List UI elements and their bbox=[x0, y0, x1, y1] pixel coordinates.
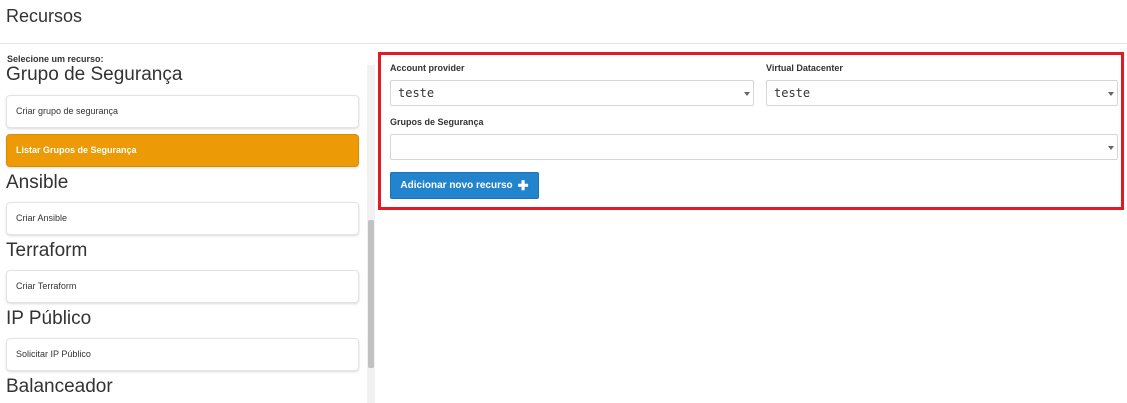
group-title-terraform: Terraform bbox=[6, 240, 88, 261]
sidebar-scrollbar-thumb[interactable] bbox=[368, 220, 374, 368]
request-public-ip-item[interactable]: Solicitar IP Público bbox=[6, 338, 359, 371]
virtual-datacenter-label: Virtual Datacenter bbox=[766, 63, 843, 73]
chevron-down-icon bbox=[1108, 92, 1114, 96]
group-title-ansible: Ansible bbox=[6, 172, 69, 193]
security-groups-select[interactable] bbox=[390, 134, 1118, 160]
resource-sidebar: Selecione um recurso: Grupo de Segurança… bbox=[0, 44, 378, 403]
account-provider-select[interactable]: teste bbox=[390, 80, 754, 106]
chevron-down-icon bbox=[1108, 146, 1114, 150]
group-title-public-ip: IP Público bbox=[6, 308, 92, 329]
list-security-groups-item[interactable]: Listar Grupos de Segurança bbox=[6, 134, 359, 167]
create-terraform-item[interactable]: Criar Terraform bbox=[6, 270, 359, 303]
account-provider-label: Account provider bbox=[390, 63, 465, 73]
plus-icon: ✚ bbox=[517, 178, 529, 193]
select-resource-label: Selecione um recurso: bbox=[7, 54, 104, 64]
create-security-group-item[interactable]: Criar grupo de segurança bbox=[6, 95, 359, 128]
add-new-resource-button[interactable]: Adicionar novo recurso ✚ bbox=[390, 172, 539, 199]
virtual-datacenter-value: teste bbox=[774, 86, 811, 100]
group-title-security-group: Grupo de Segurança bbox=[6, 64, 183, 85]
virtual-datacenter-select[interactable]: teste bbox=[766, 80, 1118, 106]
create-ansible-item[interactable]: Criar Ansible bbox=[6, 202, 359, 235]
chevron-down-icon bbox=[744, 92, 750, 96]
group-title-load-balancer: Balanceador bbox=[6, 376, 113, 397]
page-title: Recursos bbox=[6, 6, 83, 26]
resource-form: Account provider teste Virtual Datacente… bbox=[378, 52, 1124, 210]
security-groups-label: Grupos de Segurança bbox=[390, 117, 484, 127]
add-new-resource-label: Adicionar novo recurso bbox=[400, 180, 513, 191]
account-provider-value: teste bbox=[398, 86, 435, 100]
